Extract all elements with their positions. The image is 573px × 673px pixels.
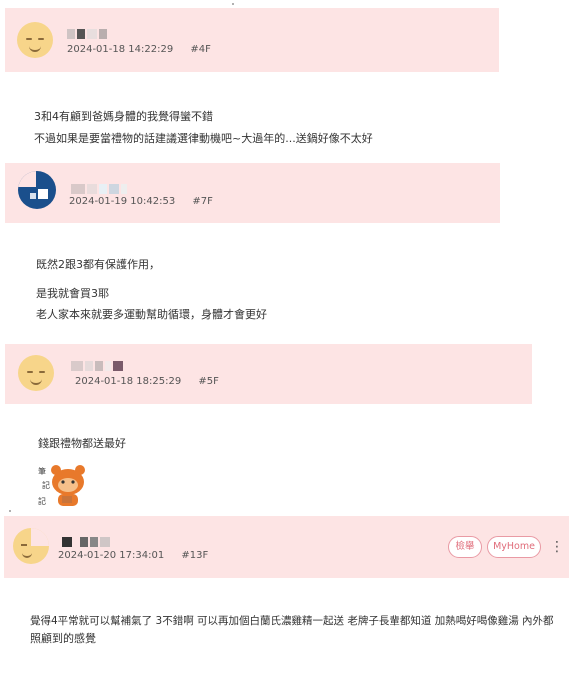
svg-text:記: 記	[38, 496, 46, 506]
bear-sticker: 筆 記 記	[36, 462, 88, 510]
post-floor[interactable]: #7F	[192, 196, 213, 207]
post-body: 3和4有顧到爸媽身體的我覺得蠻不錯 不過如果是要當禮物的話建議選律動機吧~大過年…	[34, 110, 373, 146]
post-timestamp: 2024-01-18 18:25:29	[75, 376, 182, 387]
user-avatar[interactable]	[18, 171, 56, 209]
username-blurred[interactable]	[71, 356, 125, 371]
svg-text:記: 記	[42, 480, 50, 490]
post-header: 2024-01-19 10:42:53 #7F	[5, 163, 500, 223]
svg-text:筆: 筆	[38, 466, 46, 476]
stray-dot	[232, 3, 234, 5]
username-blurred[interactable]	[62, 532, 112, 547]
post-floor[interactable]: #5F	[198, 376, 219, 387]
username-blurred[interactable]	[71, 179, 129, 194]
post-header: 2024-01-20 17:34:01 #13F 檢舉 MyHome ⋮	[4, 516, 569, 578]
post-body: 錢跟禮物都送最好	[38, 437, 126, 451]
post-line: 錢跟禮物都送最好	[38, 437, 126, 450]
post-line: 老人家本來就要多運動幫助循環，身體才會更好	[36, 308, 267, 321]
post-header: 2024-01-18 14:22:29 #4F	[5, 8, 499, 72]
post-floor[interactable]: #4F	[190, 44, 211, 55]
post-body: 覺得4平常就可以幫補氣了 3不錯啊 可以再加個白蘭氏濃雞精一起送 老牌子長輩都知…	[30, 614, 560, 646]
post-line: 不過如果是要當禮物的話建議選律動機吧~大過年的...送鍋好像不太好	[34, 132, 373, 145]
user-avatar[interactable]	[13, 528, 49, 564]
post-line: 既然2跟3都有保護作用，	[36, 258, 160, 271]
user-avatar[interactable]	[18, 355, 54, 391]
user-avatar[interactable]	[17, 22, 53, 58]
post-line: 3和4有顧到爸媽身體的我覺得蠻不錯	[34, 110, 213, 123]
post-floor[interactable]: #13F	[181, 550, 208, 561]
post-timestamp: 2024-01-20 17:34:01	[58, 550, 165, 561]
post-meta: 2024-01-18 14:22:29 #4F	[67, 44, 211, 55]
post-body: 既然2跟3都有保護作用， 是我就會買3耶 老人家本來就要多運動幫助循環，身體才會…	[36, 258, 267, 322]
post-line: 是我就會買3耶	[36, 287, 109, 300]
post-meta: 2024-01-20 17:34:01 #13F	[58, 550, 208, 561]
post-timestamp: 2024-01-18 14:22:29	[67, 44, 174, 55]
post-header: 2024-01-18 18:25:29 #5F	[5, 344, 532, 404]
post-meta: 2024-01-19 10:42:53 #7F	[69, 196, 213, 207]
myhome-button[interactable]: MyHome	[487, 536, 541, 558]
post-line: 覺得4平常就可以幫補氣了 3不錯啊 可以再加個白蘭氏濃雞精一起送 老牌子長輩都知…	[30, 615, 554, 627]
username-blurred[interactable]	[67, 24, 109, 39]
report-button[interactable]: 檢舉	[448, 536, 482, 558]
post-timestamp: 2024-01-19 10:42:53	[69, 196, 176, 207]
post-meta: 2024-01-18 18:25:29 #5F	[75, 376, 219, 387]
stray-dot	[9, 510, 11, 512]
post-line: 照顧到的感覺	[30, 632, 96, 645]
more-options-icon[interactable]: ⋮	[550, 540, 564, 554]
